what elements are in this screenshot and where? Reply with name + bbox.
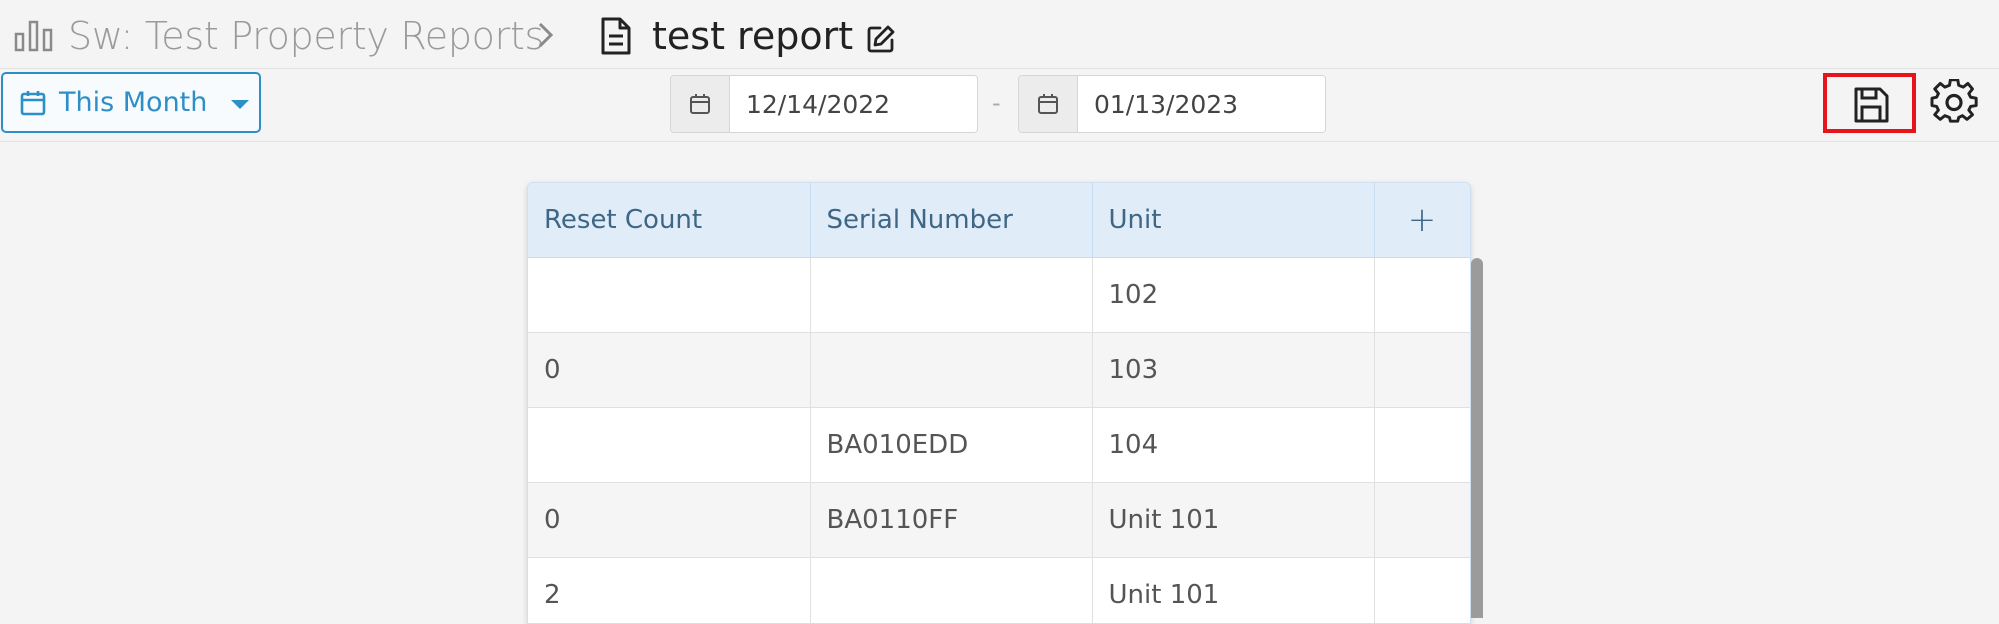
column-header-serial-number[interactable]: Serial Number <box>810 183 1093 258</box>
gear-icon <box>1930 78 1978 123</box>
table-cell-empty <box>1374 257 1470 333</box>
table-cell <box>810 557 1093 623</box>
table-cell: BA0110FF <box>810 482 1093 558</box>
table-cell-empty <box>1374 482 1470 558</box>
table-cell <box>810 332 1093 408</box>
breadcrumb-parent-link[interactable]: Sw: Test Property Reports <box>68 14 544 58</box>
table-cell <box>528 407 811 483</box>
edit-title-icon[interactable] <box>866 24 896 58</box>
table-cell: 0 <box>528 332 811 408</box>
breadcrumb: Sw: Test Property Reports test report <box>0 0 1999 69</box>
add-column-button[interactable]: + <box>1374 183 1470 258</box>
settings-button[interactable] <box>1930 78 1978 131</box>
table-cell-empty <box>1374 332 1470 408</box>
chevron-right-icon <box>536 20 556 54</box>
date-range-dropdown[interactable]: This Month <box>1 72 261 133</box>
table-row: BA010EDD 104 <box>528 407 1470 483</box>
column-header-reset-count[interactable]: Reset Count <box>528 183 811 258</box>
table-cell: 104 <box>1092 407 1375 483</box>
table-cell: 2 <box>528 557 811 623</box>
table-cell-empty <box>1374 407 1470 483</box>
table-scrollbar[interactable] <box>1471 258 1483 618</box>
save-icon <box>1854 87 1889 123</box>
page-title: test report <box>652 14 854 58</box>
calendar-icon <box>19 89 47 121</box>
start-date-input[interactable] <box>730 76 977 132</box>
start-date-group <box>670 75 978 133</box>
end-calendar-icon[interactable] <box>1019 76 1078 132</box>
table-row: 2 Unit 101 <box>528 557 1470 623</box>
table-cell: 103 <box>1092 332 1375 408</box>
table-cell: Unit 101 <box>1092 482 1375 558</box>
table-cell-empty <box>1374 557 1470 623</box>
table-cell: BA010EDD <box>810 407 1093 483</box>
report-table: Reset Count Serial Number Unit + 102 0 1… <box>527 182 1471 624</box>
end-date-input[interactable] <box>1078 76 1325 132</box>
table-row: 102 <box>528 257 1470 333</box>
start-calendar-icon[interactable] <box>671 76 730 132</box>
end-date-group <box>1018 75 1326 133</box>
table-cell: 102 <box>1092 257 1375 333</box>
save-button[interactable] <box>1823 73 1916 133</box>
table-cell <box>810 257 1093 333</box>
table-row: 0 103 <box>528 332 1470 408</box>
table-cell <box>528 257 811 333</box>
table-row: 0 BA0110FF Unit 101 <box>528 482 1470 558</box>
document-icon <box>600 16 632 60</box>
table-header-row: Reset Count Serial Number Unit + <box>528 183 1470 258</box>
bar-chart-icon <box>14 18 54 56</box>
date-separator: - <box>992 89 1001 117</box>
table-cell: Unit 101 <box>1092 557 1375 623</box>
table-cell: 0 <box>528 482 811 558</box>
toolbar: This Month - <box>0 69 1999 142</box>
date-range-label: This Month <box>59 87 208 118</box>
caret-down-icon <box>231 100 249 109</box>
column-header-unit[interactable]: Unit <box>1092 183 1375 258</box>
